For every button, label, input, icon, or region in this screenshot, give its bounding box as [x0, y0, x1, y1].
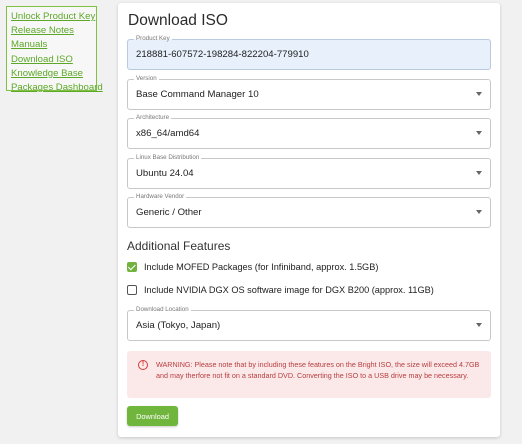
download-location-select[interactable]: Download Location Asia (Tokyo, Japan)	[127, 306, 491, 341]
nav-link-release-notes[interactable]: Release Notes	[11, 24, 96, 38]
mofed-checkbox[interactable]	[127, 262, 137, 272]
distribution-select[interactable]: Linux Base Distribution Ubuntu 24.04	[127, 154, 491, 189]
version-label: Version	[134, 75, 159, 83]
product-key-field[interactable]: Product Key 218881-607572-198284-822204-…	[127, 35, 491, 70]
nav-link-download-iso[interactable]: Download ISO	[11, 53, 96, 67]
chevron-down-icon	[476, 210, 482, 214]
mofed-checkbox-row[interactable]: Include MOFED Packages (for Infiniband, …	[127, 262, 378, 272]
dgx-checkbox[interactable]	[127, 285, 137, 295]
chevron-down-icon	[476, 323, 482, 327]
product-key-value: 218881-607572-198284-822204-779910	[136, 49, 309, 60]
download-button[interactable]: Download	[127, 406, 178, 426]
hardware-vendor-select[interactable]: Hardware Vendor Generic / Other	[127, 193, 491, 228]
page-title: Download ISO	[128, 12, 228, 29]
architecture-value: x86_64/amd64	[136, 128, 200, 139]
warning-text: WARNING: Please note that by including t…	[156, 360, 480, 380]
chevron-down-icon	[476, 171, 482, 175]
nav-link-unlock-product-key[interactable]: Unlock Product Key	[11, 10, 96, 24]
download-location-label: Download Location	[134, 306, 191, 314]
product-key-label: Product Key	[134, 35, 172, 43]
sidebar-nav: Unlock Product Key Release Notes Manuals…	[6, 6, 103, 93]
mofed-checkbox-label: Include MOFED Packages (for Infiniband, …	[144, 262, 379, 272]
dgx-checkbox-label: Include NVIDIA DGX OS software image for…	[144, 285, 434, 295]
nav-link-packages-dashboard[interactable]: Packages Dashboard	[11, 81, 103, 95]
chevron-down-icon	[476, 92, 482, 96]
chevron-down-icon	[476, 131, 482, 135]
nav-link-manuals[interactable]: Manuals	[11, 38, 96, 52]
hardware-vendor-value: Generic / Other	[136, 207, 202, 218]
warning-icon: !	[138, 360, 148, 370]
distribution-value: Ubuntu 24.04	[136, 168, 194, 179]
hardware-vendor-label: Hardware Vendor	[134, 193, 187, 201]
architecture-select[interactable]: Architecture x86_64/amd64	[127, 114, 491, 149]
download-iso-card: Download ISO Product Key 218881-607572-1…	[118, 3, 500, 437]
size-warning-alert: ! WARNING: Please note that by including…	[127, 351, 491, 398]
additional-features-heading: Additional Features	[127, 239, 231, 253]
version-value: Base Command Manager 10	[136, 89, 259, 100]
version-select[interactable]: Version Base Command Manager 10	[127, 75, 491, 110]
download-location-value: Asia (Tokyo, Japan)	[136, 320, 221, 331]
distribution-label: Linux Base Distribution	[134, 154, 202, 162]
dgx-checkbox-row[interactable]: Include NVIDIA DGX OS software image for…	[127, 285, 434, 295]
architecture-label: Architecture	[134, 114, 172, 122]
nav-link-knowledge-base[interactable]: Knowledge Base	[11, 67, 96, 81]
